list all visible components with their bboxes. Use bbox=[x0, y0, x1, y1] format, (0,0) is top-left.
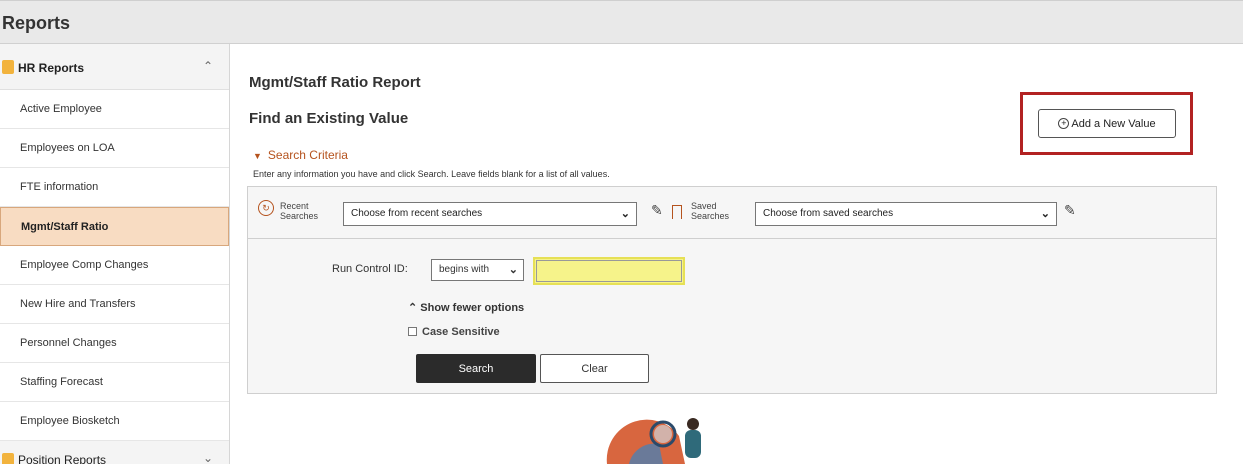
folder-icon bbox=[2, 453, 14, 464]
person-head bbox=[687, 418, 699, 430]
search-button[interactable]: Search bbox=[416, 354, 536, 383]
pencil-icon[interactable]: ✎ bbox=[651, 202, 663, 219]
search-criteria-label: Search Criteria bbox=[267, 148, 348, 162]
sidebar-item-label: Employee Biosketch bbox=[20, 415, 120, 427]
clear-button[interactable]: Clear bbox=[540, 354, 649, 383]
recent-searches-select[interactable]: Choose from recent searches ⌄ bbox=[343, 202, 637, 226]
chevron-up-icon[interactable]: ⌃ bbox=[203, 59, 213, 73]
sidebar-item-label: New Hire and Transfers bbox=[20, 298, 136, 310]
operator-value: begins with bbox=[439, 264, 490, 275]
sidebar-item-label: Mgmt/Staff Ratio bbox=[21, 221, 109, 233]
sidebar-item-employee-biosketch[interactable]: Employee Biosketch bbox=[0, 402, 229, 441]
case-sensitive-label: Case Sensitive bbox=[422, 326, 500, 338]
sidebar-item-active-employee[interactable]: Active Employee bbox=[0, 90, 229, 129]
add-new-value-button[interactable]: + Add a New Value bbox=[1038, 109, 1176, 138]
person-body bbox=[685, 430, 701, 458]
run-control-operator-select[interactable]: begins with ⌄ bbox=[431, 259, 524, 281]
saved-searches-label: Saved Searches bbox=[691, 201, 729, 221]
chevron-down-icon[interactable]: ⌄ bbox=[203, 451, 213, 464]
plus-circle-icon: + bbox=[1058, 118, 1070, 129]
sidebar-item-label: Staffing Forecast bbox=[20, 376, 103, 388]
sidebar-item-new-hire-and-transfers[interactable]: New Hire and Transfers bbox=[0, 285, 229, 324]
saved-searches-select[interactable]: Choose from saved searches ⌄ bbox=[755, 202, 1057, 226]
search-illustration bbox=[606, 418, 701, 464]
sidebar-group-label: Position Reports bbox=[18, 453, 107, 464]
case-sensitive-option[interactable]: Case Sensitive bbox=[408, 326, 500, 338]
folder-icon bbox=[2, 60, 14, 74]
recent-label-bottom: Searches bbox=[280, 211, 319, 221]
main-content: Mgmt/Staff Ratio Report Find an Existing… bbox=[231, 44, 1243, 464]
sidebar: HR Reports ⌃ Active Employee Employees o… bbox=[0, 44, 230, 464]
sidebar-group-label: HR Reports bbox=[18, 61, 85, 75]
add-new-value-label: Add a New Value bbox=[1071, 117, 1156, 130]
run-control-id-input[interactable] bbox=[533, 257, 685, 285]
chevron-down-icon: ⌄ bbox=[1040, 208, 1050, 220]
search-criteria-toggle[interactable]: ▼ Search Criteria bbox=[253, 148, 348, 162]
sidebar-item-label: Active Employee bbox=[20, 103, 102, 115]
case-sensitive-checkbox[interactable] bbox=[408, 327, 417, 336]
recent-searches-label: Recent Searches bbox=[280, 201, 318, 221]
sidebar-item-employees-on-loa[interactable]: Employees on LOA bbox=[0, 129, 229, 168]
sidebar-item-label: FTE information bbox=[20, 181, 99, 193]
pencil-icon[interactable]: ✎ bbox=[1064, 202, 1076, 219]
sidebar-item-label: Employee Comp Changes bbox=[20, 259, 149, 271]
sidebar-item-employee-comp-changes[interactable]: Employee Comp Changes bbox=[0, 246, 229, 285]
triangle-down-icon: ▼ bbox=[253, 151, 262, 161]
sidebar-group-position-reports[interactable]: Position Reports ⌄ bbox=[0, 441, 229, 464]
sidebar-item-staffing-forecast[interactable]: Staffing Forecast bbox=[0, 363, 229, 402]
saved-searches-placeholder: Choose from saved searches bbox=[763, 208, 894, 219]
add-new-value-highlight: + Add a New Value bbox=[1020, 92, 1193, 155]
run-control-id-label: Run Control ID: bbox=[332, 263, 408, 275]
sidebar-item-mgmt-staff-ratio[interactable]: Mgmt/Staff Ratio bbox=[0, 207, 229, 246]
recent-searches-placeholder: Choose from recent searches bbox=[351, 208, 483, 219]
chevron-down-icon: ⌄ bbox=[508, 264, 518, 276]
search-hint: Enter any information you have and click… bbox=[253, 169, 610, 179]
page-title: Mgmt/Staff Ratio Report bbox=[249, 74, 421, 91]
sidebar-item-label: Personnel Changes bbox=[20, 337, 117, 349]
search-panel: ↻ Recent Searches Choose from recent sea… bbox=[247, 186, 1217, 394]
sidebar-item-fte-information[interactable]: FTE information bbox=[0, 168, 229, 207]
chevron-down-icon: ⌄ bbox=[620, 208, 630, 220]
sidebar-group-hr-reports[interactable]: HR Reports ⌃ bbox=[0, 44, 229, 90]
saved-label-top: Saved bbox=[691, 201, 717, 211]
magnifier-lens bbox=[654, 425, 672, 443]
history-icon: ↻ bbox=[258, 200, 274, 216]
show-fewer-options-link[interactable]: ⌃ Show fewer options bbox=[408, 301, 524, 314]
chevron-up-icon: ⌃ bbox=[408, 302, 418, 314]
panel-divider bbox=[248, 238, 1216, 239]
show-fewer-label: Show fewer options bbox=[420, 302, 525, 314]
title-bar: Reports bbox=[0, 0, 1243, 44]
sidebar-item-label: Employees on LOA bbox=[20, 142, 115, 154]
sidebar-item-personnel-changes[interactable]: Personnel Changes bbox=[0, 324, 229, 363]
recent-label-top: Recent bbox=[280, 201, 309, 211]
app-title: Reports bbox=[2, 13, 71, 33]
saved-label-bottom: Searches bbox=[691, 211, 730, 221]
bookmark-icon[interactable] bbox=[672, 205, 682, 219]
find-existing-value-title: Find an Existing Value bbox=[249, 110, 409, 127]
